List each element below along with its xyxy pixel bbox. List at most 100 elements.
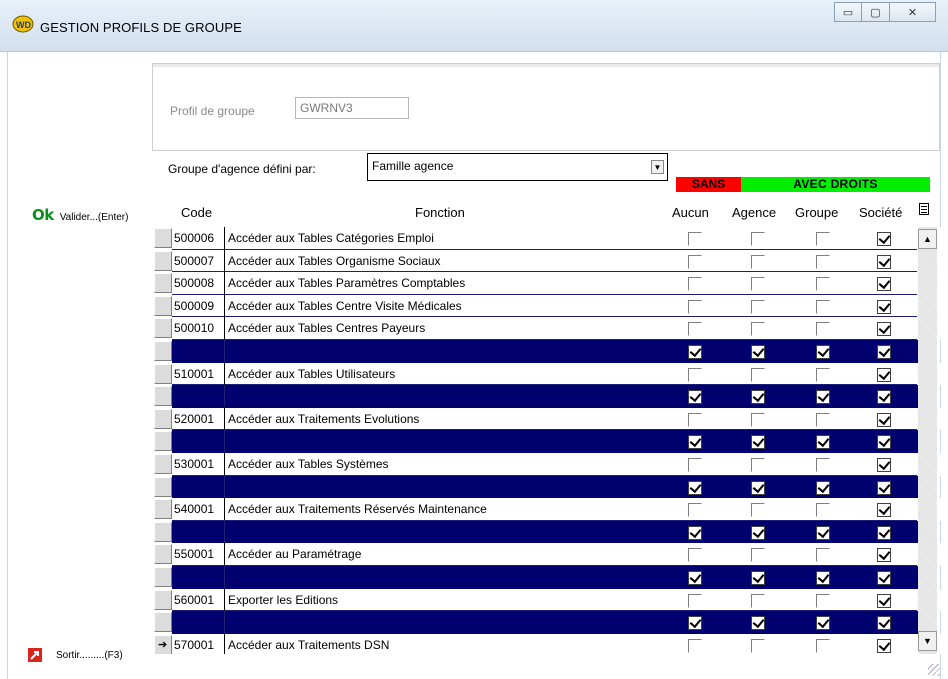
table-row[interactable]: ➔ 570001 Accéder aux Traitements DSN bbox=[152, 633, 942, 654]
checkbox-societe[interactable] bbox=[877, 480, 891, 495]
checkbox-societe[interactable] bbox=[877, 458, 891, 472]
checkbox-societe[interactable] bbox=[877, 299, 891, 314]
column-header-aucun[interactable]: Aucun bbox=[672, 199, 709, 227]
checkbox-aucun[interactable] bbox=[688, 571, 702, 585]
row-selector[interactable] bbox=[154, 544, 172, 565]
checkbox-agence[interactable] bbox=[751, 503, 765, 518]
row-selector[interactable] bbox=[154, 431, 172, 452]
row-selector[interactable] bbox=[154, 521, 172, 542]
checkbox-aucun[interactable] bbox=[688, 525, 702, 540]
checkbox-groupe[interactable] bbox=[816, 525, 830, 540]
row-selector[interactable] bbox=[154, 341, 172, 361]
checkbox-groupe[interactable] bbox=[816, 412, 830, 427]
exit-button[interactable]: Sortir.........(F3) bbox=[28, 648, 123, 662]
table-row[interactable]: 540001 Accéder aux Traitements Réservés M… bbox=[152, 498, 942, 521]
checkbox-agence[interactable] bbox=[751, 480, 765, 495]
checkbox-societe[interactable] bbox=[877, 345, 891, 359]
row-selector[interactable] bbox=[154, 499, 172, 520]
checkbox-agence[interactable] bbox=[751, 322, 765, 337]
checkbox-aucun[interactable] bbox=[688, 322, 702, 337]
table-row[interactable]: 500007 Accéder aux Tables Organisme Socia… bbox=[152, 249, 942, 273]
checkbox-societe[interactable] bbox=[877, 616, 891, 631]
checkbox-aucun[interactable] bbox=[688, 299, 702, 314]
column-header-societe[interactable]: Société bbox=[859, 199, 902, 227]
checkbox-aucun[interactable] bbox=[688, 503, 702, 518]
checkbox-agence[interactable] bbox=[751, 412, 765, 427]
checkbox-aucun[interactable] bbox=[688, 390, 702, 405]
row-selector[interactable] bbox=[154, 408, 172, 429]
checkbox-societe[interactable] bbox=[877, 390, 891, 405]
checkbox-agence[interactable] bbox=[751, 277, 765, 292]
checkbox-societe[interactable] bbox=[877, 412, 891, 427]
groupe-agence-select[interactable]: Famille agence ▼ bbox=[367, 153, 668, 181]
checkbox-agence[interactable] bbox=[751, 616, 765, 631]
checkbox-societe[interactable] bbox=[877, 571, 891, 585]
checkbox-agence[interactable] bbox=[751, 525, 765, 540]
table-row[interactable]: 500009 Accéder aux Tables Centre Visite M… bbox=[152, 294, 942, 318]
checkbox-agence[interactable] bbox=[751, 435, 765, 450]
checkbox-societe[interactable] bbox=[877, 525, 891, 540]
row-selector[interactable] bbox=[154, 250, 172, 271]
row-selector[interactable] bbox=[154, 454, 172, 474]
checkbox-groupe[interactable] bbox=[816, 277, 830, 292]
table-row[interactable]: 510001 Accéder aux Tables Utilisateurs bbox=[152, 362, 942, 386]
checkbox-agence[interactable] bbox=[751, 593, 765, 608]
checkbox-groupe[interactable] bbox=[816, 638, 830, 653]
row-selector[interactable] bbox=[154, 386, 172, 407]
row-selector[interactable] bbox=[154, 612, 172, 633]
table-row[interactable] bbox=[152, 611, 942, 634]
checkbox-groupe[interactable] bbox=[816, 345, 830, 359]
checkbox-aucun[interactable] bbox=[688, 232, 702, 246]
checkbox-societe[interactable] bbox=[877, 277, 891, 292]
checkbox-societe[interactable] bbox=[877, 232, 891, 246]
table-row[interactable] bbox=[152, 520, 942, 544]
checkbox-groupe[interactable] bbox=[816, 435, 830, 450]
minimize-button[interactable]: ▭ bbox=[834, 2, 862, 22]
column-header-agence[interactable]: Agence bbox=[732, 199, 776, 227]
chevron-down-icon[interactable]: ▼ bbox=[651, 160, 664, 174]
checkbox-aucun[interactable] bbox=[688, 480, 702, 495]
checkbox-aucun[interactable] bbox=[688, 548, 702, 563]
checkbox-aucun[interactable] bbox=[688, 616, 702, 631]
validate-button[interactable]: Ok Valider...(Enter) bbox=[32, 206, 128, 224]
scroll-up-button[interactable]: ▲ bbox=[918, 229, 937, 249]
maximize-button[interactable]: ▢ bbox=[862, 2, 890, 22]
row-selector[interactable] bbox=[154, 228, 172, 248]
checkbox-aucun[interactable] bbox=[688, 458, 702, 472]
checkbox-societe[interactable] bbox=[877, 254, 891, 269]
table-row[interactable] bbox=[152, 475, 942, 499]
table-row[interactable]: 500008 Accéder aux Tables Paramètres Comp… bbox=[152, 272, 942, 295]
row-selector[interactable] bbox=[154, 273, 172, 294]
checkbox-aucun[interactable] bbox=[688, 277, 702, 292]
checkbox-aucun[interactable] bbox=[688, 638, 702, 653]
scroll-down-button[interactable]: ▼ bbox=[918, 631, 937, 651]
checkbox-agence[interactable] bbox=[751, 458, 765, 472]
checkbox-aucun[interactable] bbox=[688, 345, 702, 359]
table-row[interactable]: 520001 Accéder aux Traitements Evolutions bbox=[152, 407, 942, 431]
checkbox-societe[interactable] bbox=[877, 435, 891, 450]
checkbox-agence[interactable] bbox=[751, 345, 765, 359]
table-row[interactable] bbox=[152, 340, 942, 363]
checkbox-agence[interactable] bbox=[751, 390, 765, 405]
checkbox-aucun[interactable] bbox=[688, 254, 702, 269]
checkbox-agence[interactable] bbox=[751, 548, 765, 563]
checkbox-agence[interactable] bbox=[751, 254, 765, 269]
checkbox-groupe[interactable] bbox=[816, 458, 830, 472]
checkbox-groupe[interactable] bbox=[816, 480, 830, 495]
checkbox-societe[interactable] bbox=[877, 322, 891, 337]
profil-field[interactable]: GWRNV3 bbox=[295, 97, 409, 119]
checkbox-societe[interactable] bbox=[877, 638, 891, 653]
checkbox-societe[interactable] bbox=[877, 548, 891, 563]
row-selector[interactable]: ➔ bbox=[154, 634, 172, 654]
checkbox-groupe[interactable] bbox=[816, 254, 830, 269]
checkbox-aucun[interactable] bbox=[688, 412, 702, 427]
resize-grip[interactable] bbox=[928, 664, 940, 676]
row-selector[interactable] bbox=[154, 589, 172, 610]
row-selector[interactable] bbox=[154, 476, 172, 497]
checkbox-aucun[interactable] bbox=[688, 593, 702, 608]
column-header-groupe[interactable]: Groupe bbox=[795, 199, 838, 227]
checkbox-groupe[interactable] bbox=[816, 390, 830, 405]
table-row[interactable] bbox=[152, 566, 942, 589]
checkbox-aucun[interactable] bbox=[688, 435, 702, 450]
row-selector[interactable] bbox=[154, 318, 172, 339]
